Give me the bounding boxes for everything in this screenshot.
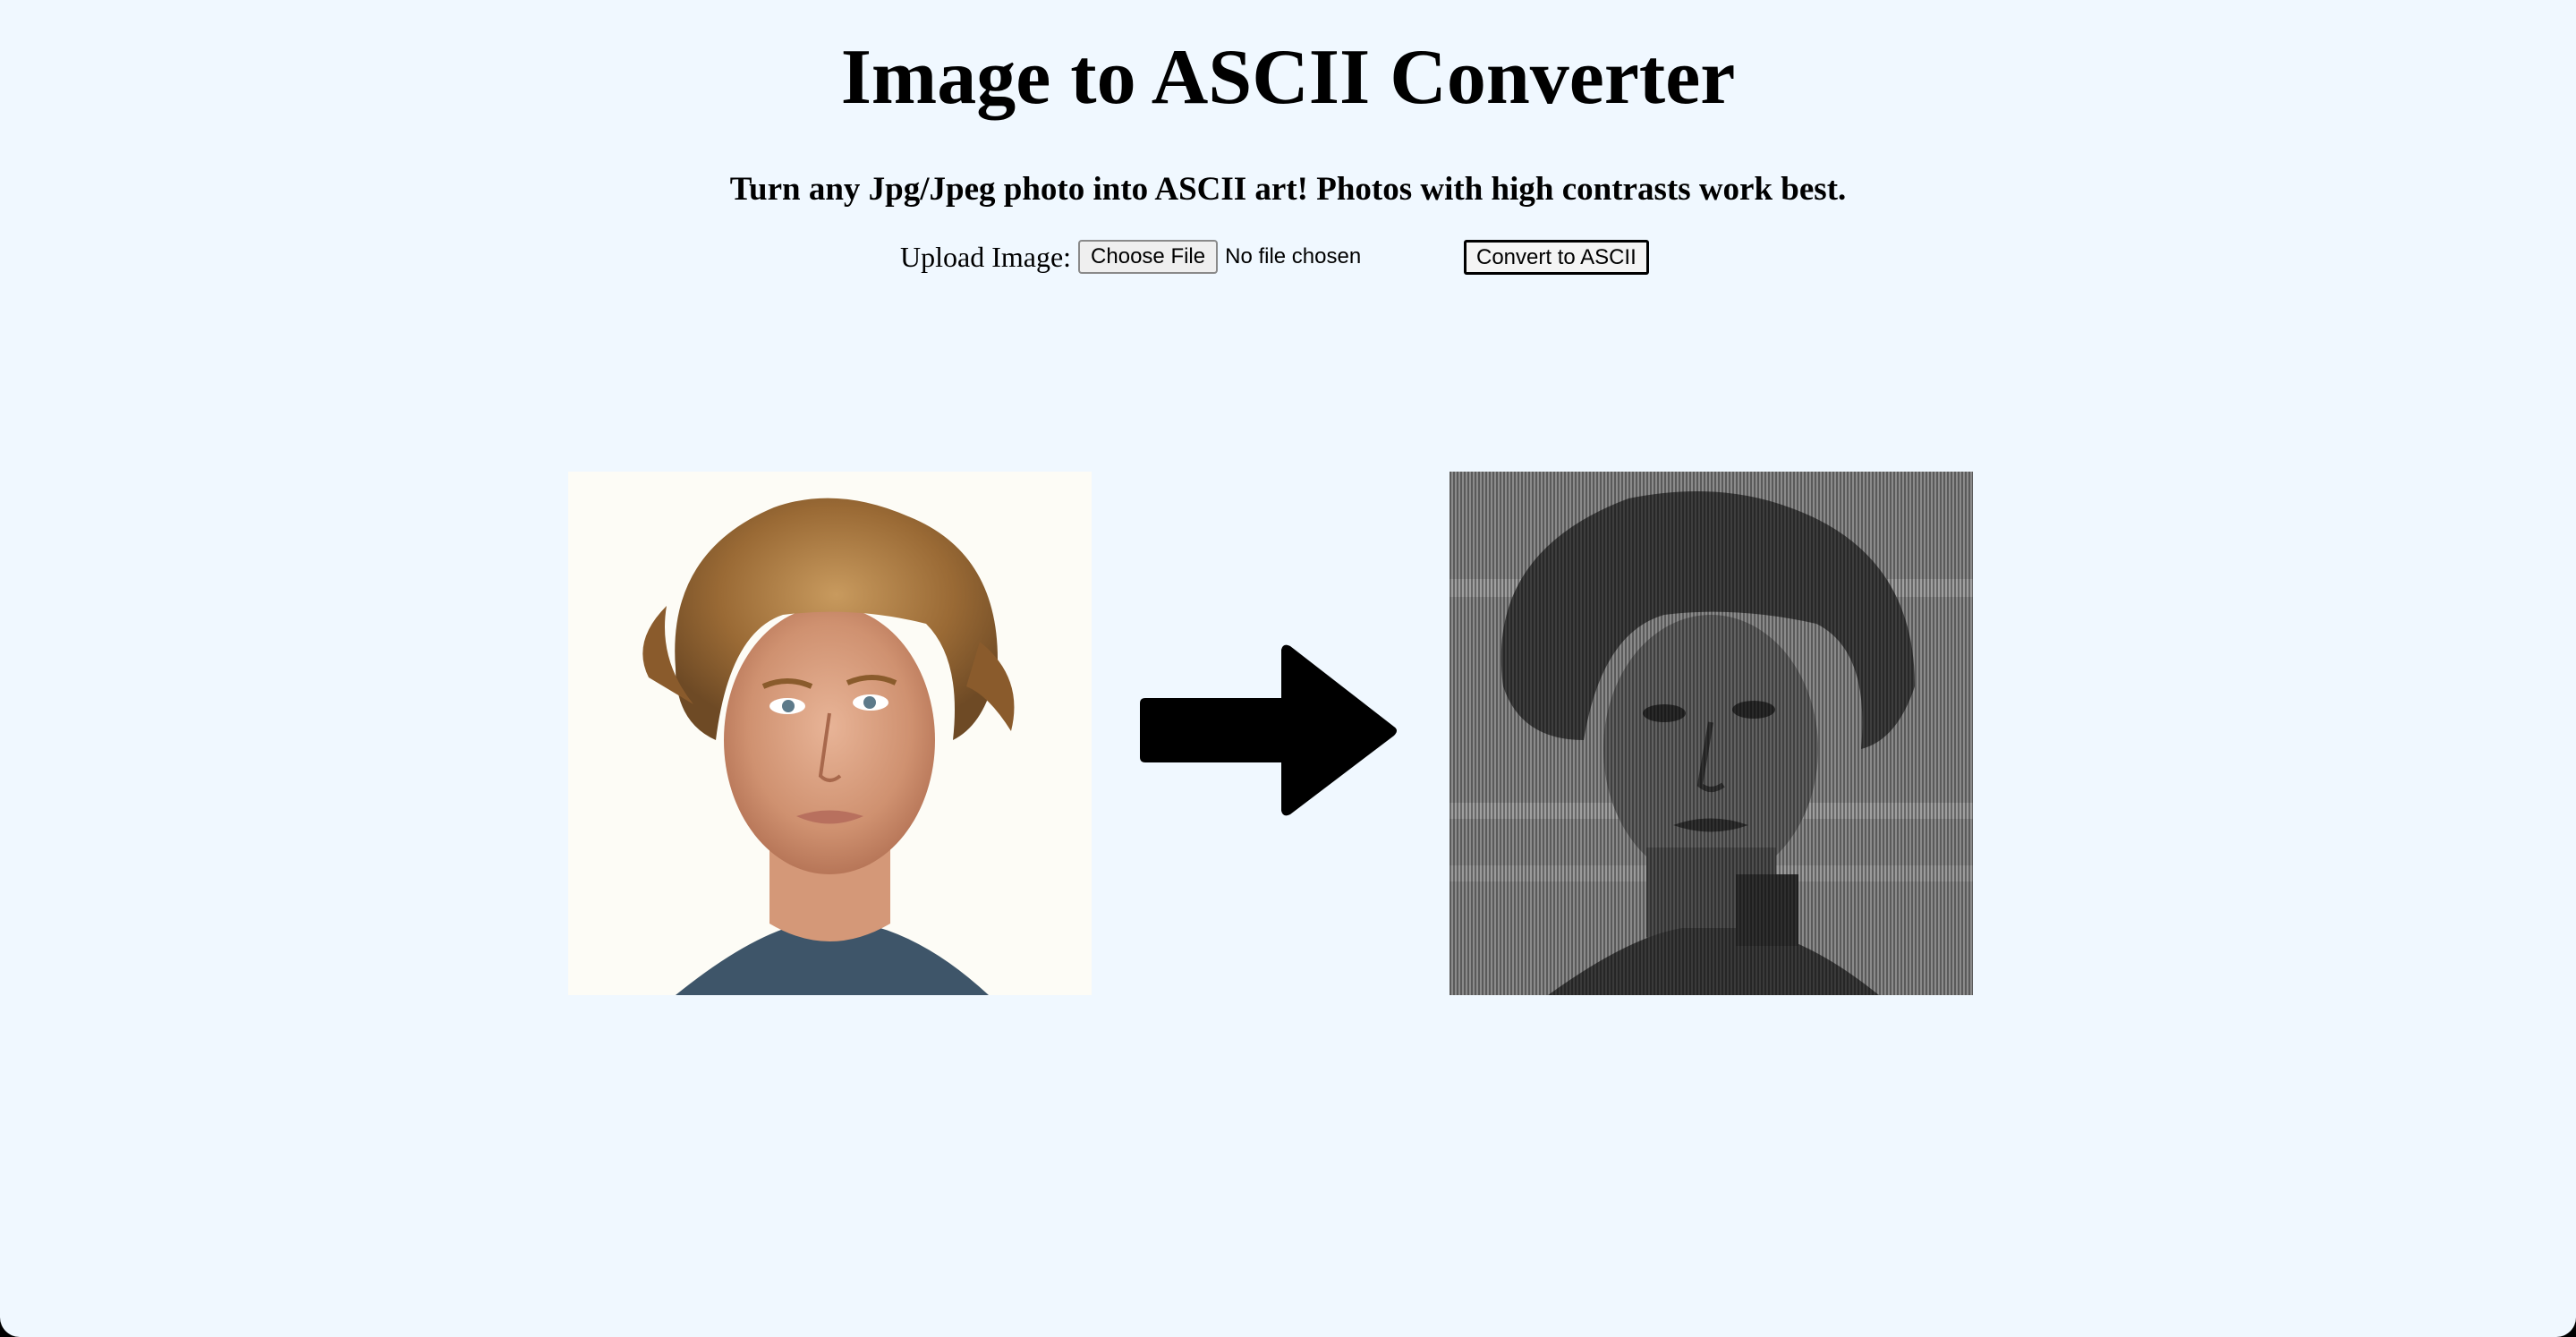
upload-label: Upload Image: — [900, 240, 1072, 273]
page-title: Image to ASCII Converter — [840, 34, 1736, 121]
app-window: Image to ASCII Converter Turn any Jpg/Jp… — [0, 0, 2576, 1337]
original-photo — [568, 472, 1092, 995]
file-status-text: No file chosen — [1225, 244, 1362, 268]
ascii-art-output — [1450, 472, 1973, 995]
upload-row: Upload Image: Choose File No file chosen — [900, 238, 1361, 276]
ascii-portrait-image — [1450, 472, 1973, 995]
page-subtitle: Turn any Jpg/Jpeg photo into ASCII art! … — [729, 171, 1847, 208]
choose-file-button[interactable]: Choose File — [1078, 240, 1219, 274]
right-arrow-icon — [1140, 644, 1397, 816]
portrait-image — [568, 472, 1092, 995]
convert-to-ascii-button[interactable]: Convert to ASCII — [1464, 240, 1649, 275]
